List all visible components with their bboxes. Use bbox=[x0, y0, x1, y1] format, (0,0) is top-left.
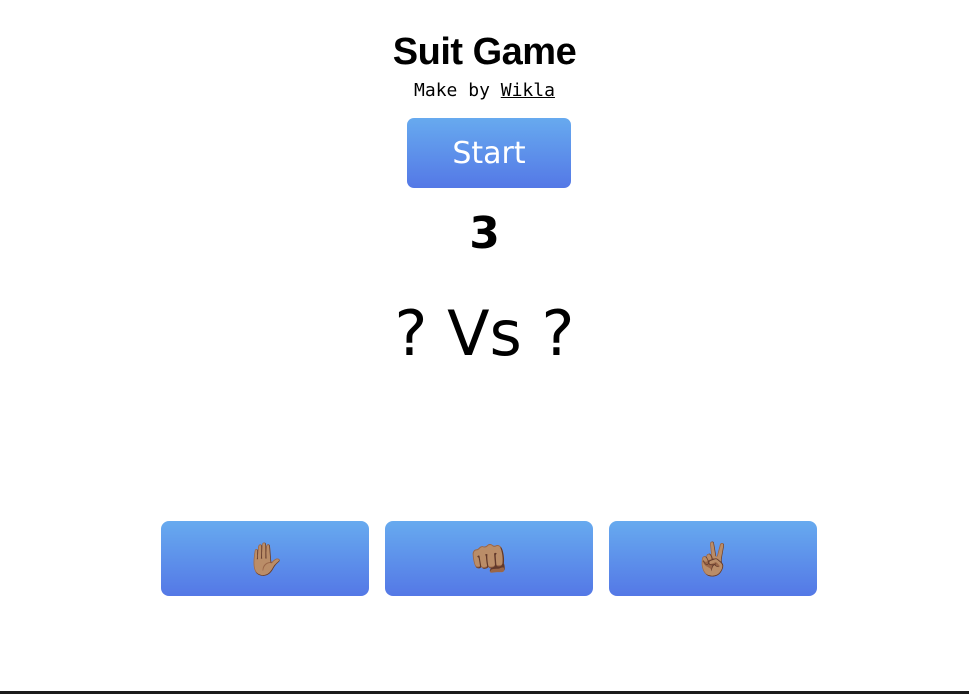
raised-hand-icon: ✋🏽 bbox=[245, 540, 285, 577]
fist-icon: 👊🏽 bbox=[469, 540, 509, 577]
victory-hand-icon: ✌🏽 bbox=[693, 540, 733, 577]
start-button[interactable]: Start bbox=[407, 118, 571, 188]
credit-line: Make by Wikla bbox=[0, 80, 969, 102]
author-link[interactable]: Wikla bbox=[501, 80, 555, 101]
scissors-button[interactable]: ✌🏽 bbox=[609, 521, 817, 596]
paper-button[interactable]: ✋🏽 bbox=[161, 521, 369, 596]
credit-prefix: Make by bbox=[414, 80, 490, 101]
versus-display: ? Vs ? bbox=[394, 297, 575, 370]
rock-button[interactable]: 👊🏽 bbox=[385, 521, 593, 596]
page-title: Suit Game bbox=[392, 31, 577, 73]
countdown-counter: 3 bbox=[469, 208, 500, 259]
